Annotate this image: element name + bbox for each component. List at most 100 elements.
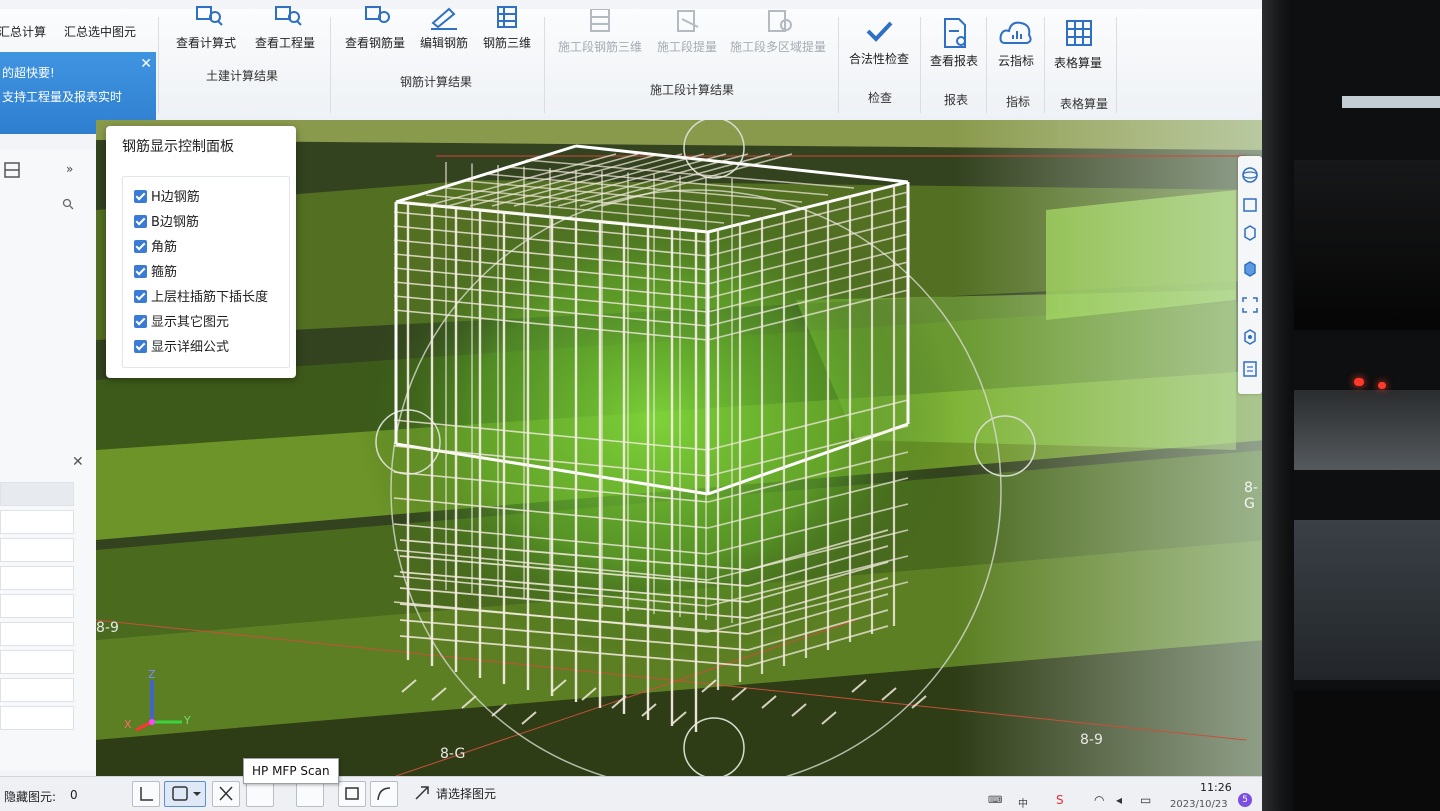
cloud-index-button[interactable]: 云指标	[994, 19, 1038, 69]
rebar-option-checkbox[interactable]: 箍筋	[134, 261, 177, 281]
list-item[interactable]	[0, 678, 74, 702]
cube-solid-icon[interactable]	[1241, 260, 1259, 278]
legality-check-label: 合法性检查	[848, 52, 909, 66]
box-view-icon[interactable]	[1241, 328, 1259, 346]
close-icon[interactable]: ✕	[140, 56, 152, 72]
ime-icon[interactable]: 中	[1018, 795, 1028, 810]
report-group-title: 报表	[944, 93, 969, 107]
view-quantity-button[interactable]: 查看工程量	[249, 5, 321, 51]
app-tray-icon[interactable]: S	[1056, 793, 1064, 807]
checkbox-checked-icon[interactable]	[134, 265, 147, 278]
ribbon: 汇总计算 汇总选中图元 查看计算式 查看工程量 土建计算结果 查看钢筋量 编辑钢…	[0, 6, 1262, 122]
wifi-icon[interactable]: ◠	[1094, 793, 1104, 807]
axis-label-8-9: 8-9	[96, 620, 119, 636]
display-icon[interactable]	[1241, 196, 1259, 214]
axis-label-8-g: 8-G	[440, 746, 466, 762]
line-tool-button[interactable]	[246, 781, 274, 807]
checkbox-checked-icon[interactable]	[134, 290, 147, 303]
stage-3d-button[interactable]: 施工段钢筋三维	[553, 9, 647, 55]
stage-quantity-label: 施工段提量	[656, 40, 717, 54]
view-formula-label: 查看计算式	[175, 36, 236, 50]
stage-group-title: 施工段计算结果	[650, 83, 735, 97]
speaker-icon[interactable]: ◂	[1116, 793, 1122, 807]
cube-icon[interactable]	[1241, 224, 1259, 242]
view-formula-button[interactable]: 查看计算式	[170, 5, 242, 51]
snap-dropdown-button[interactable]	[164, 781, 206, 807]
summary-calc-button[interactable]: 汇总计算	[0, 23, 46, 40]
rebar-option-checkbox[interactable]: 显示其它图元	[134, 311, 229, 331]
checkbox-checked-icon[interactable]	[134, 240, 147, 253]
search-icon[interactable]	[62, 198, 74, 210]
index-group-title: 指标	[1006, 95, 1031, 109]
view-report-button[interactable]: 查看报表	[928, 17, 980, 69]
segment-tool-button[interactable]	[296, 781, 324, 807]
rebar-option-label: 显示其它图元	[151, 315, 230, 330]
cloud-chart-icon	[999, 21, 1032, 44]
clock-time[interactable]: 11:26	[1200, 781, 1232, 794]
rebar-option-checkbox[interactable]: 显示详细公式	[134, 336, 229, 356]
arc-tool-button[interactable]	[370, 781, 398, 807]
cloud-index-label: 云指标	[997, 54, 1034, 68]
axis-x-label: X	[124, 718, 132, 731]
stage-3d-icon	[590, 9, 610, 32]
keyboard-icon[interactable]: ⌨	[988, 795, 1002, 806]
axis-y-label: Y	[184, 714, 191, 727]
view-rebar-label: 查看钢筋量	[344, 36, 405, 50]
list-item[interactable]	[0, 706, 74, 730]
rebar-3d-icon	[497, 6, 517, 28]
rebar-option-checkbox[interactable]: H边钢筋	[134, 186, 200, 206]
list-item[interactable]	[0, 622, 74, 646]
tooltip: HP MFP Scan	[243, 758, 339, 784]
notification-badge[interactable]: 5	[1238, 793, 1252, 807]
stage-quantity-icon	[677, 10, 699, 32]
cancel-snap-button[interactable]	[212, 781, 240, 807]
report-icon	[944, 18, 966, 48]
globe-icon[interactable]	[1241, 166, 1259, 184]
double-chevron-right-icon[interactable]: »	[66, 162, 73, 176]
table-calc-label: 表格算量	[1053, 56, 1102, 70]
stage-multi-button[interactable]: 施工段多区域提量	[726, 9, 830, 55]
edit-pen-icon	[431, 7, 457, 30]
rebar-option-label: 上层柱插筋下插长度	[151, 290, 269, 305]
view-report-label: 查看报表	[929, 54, 978, 68]
legality-check-button[interactable]: 合法性检查	[846, 17, 912, 67]
list-item[interactable]	[0, 482, 74, 506]
list-item[interactable]	[0, 566, 74, 590]
square-icon	[172, 786, 201, 801]
checkbox-checked-icon[interactable]	[134, 340, 147, 353]
list-item[interactable]	[0, 510, 74, 534]
rebar-option-checkbox[interactable]: B边钢筋	[134, 211, 199, 231]
battery-icon[interactable]: ▭	[1140, 793, 1151, 807]
fullscreen-icon[interactable]	[1241, 296, 1259, 314]
list-item[interactable]	[0, 594, 74, 618]
list-item[interactable]	[0, 538, 74, 562]
rebar-3d-button[interactable]: 钢筋三维	[478, 5, 536, 51]
corner-icon	[140, 787, 153, 801]
summary-selected-label: 汇总选中图元	[64, 25, 137, 39]
checkbox-checked-icon[interactable]	[134, 315, 147, 328]
list-item[interactable]	[0, 650, 74, 674]
summary-selected-button[interactable]: 汇总选中图元	[64, 23, 136, 40]
checkbox-checked-icon[interactable]	[134, 190, 147, 203]
hidden-elements-count: 0	[70, 788, 78, 802]
ribbon-divider	[920, 17, 921, 113]
table-calc-button[interactable]: 表格算量	[1050, 19, 1106, 71]
notes-icon[interactable]	[1241, 360, 1259, 378]
checkbox-checked-icon[interactable]	[134, 215, 147, 228]
edit-rebar-button[interactable]: 编辑钢筋	[416, 5, 472, 51]
arc-icon	[377, 787, 391, 801]
close-icon[interactable]: ✕	[72, 454, 84, 470]
select-arrow-icon	[415, 786, 429, 800]
window-tool-button[interactable]	[338, 781, 366, 807]
clock-date[interactable]: 2023/10/23	[1170, 799, 1228, 810]
app-window: 汇总计算 汇总选中图元 查看计算式 查看工程量 土建计算结果 查看钢筋量 编辑钢…	[0, 0, 1290, 811]
view-rebar-button[interactable]: 查看钢筋量	[340, 5, 410, 51]
ribbon-divider	[986, 17, 987, 113]
rebar-option-label: B边钢筋	[151, 215, 199, 230]
orthogonal-button[interactable]	[132, 781, 160, 807]
rebar-option-checkbox[interactable]: 上层柱插筋下插长度	[134, 286, 268, 306]
rebar-option-label: 角筋	[151, 240, 178, 255]
stage-quantity-button[interactable]: 施工段提量	[654, 9, 720, 55]
rebar-option-checkbox[interactable]: 角筋	[134, 236, 177, 256]
view-quantity-label: 查看工程量	[254, 36, 315, 50]
